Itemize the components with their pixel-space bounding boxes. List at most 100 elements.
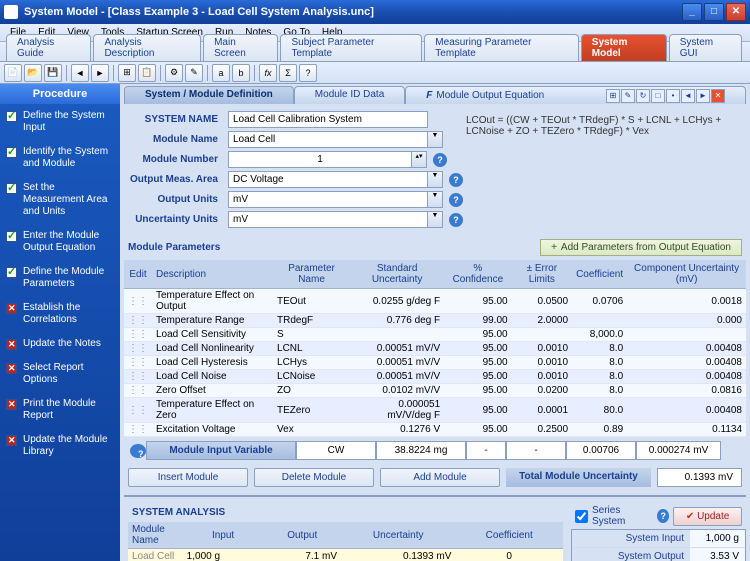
eq-tool-6[interactable]: ◄ — [681, 89, 695, 103]
tab-measuring-template[interactable]: Measuring Parameter Template — [424, 34, 579, 61]
maximize-button[interactable]: □ — [704, 3, 724, 21]
system-name-label: SYSTEM NAME — [128, 114, 228, 125]
tool-help-icon[interactable]: ? — [299, 64, 317, 82]
acol-unc: Uncertainty — [341, 522, 455, 549]
proc-step-7[interactable]: Update the Notes — [0, 332, 120, 356]
proc-step-3[interactable]: Set the Measurement Area and Units — [0, 176, 120, 224]
tool-ref1-icon[interactable]: a — [212, 64, 230, 82]
out-units-label: Output Units — [128, 194, 228, 205]
insert-module-button[interactable]: Insert Module — [128, 468, 248, 487]
tool-open-icon[interactable]: 📂 — [24, 64, 42, 82]
col-comp: Component Uncertainty (mV) — [627, 260, 746, 289]
tool-fwd-icon[interactable]: ► — [91, 64, 109, 82]
col-coef: Coefficient — [572, 260, 627, 289]
help-icon[interactable]: ? — [449, 213, 463, 227]
subtab-definition[interactable]: System / Module Definition — [124, 86, 294, 104]
add-module-button[interactable]: Add Module — [380, 468, 500, 487]
help-icon[interactable]: ? — [449, 173, 463, 187]
miv-label: Module Input Variable — [146, 441, 296, 460]
table-row[interactable]: ⋮⋮Temperature RangeTRdegF0.776 deg F99.0… — [124, 314, 746, 328]
table-row[interactable]: ⋮⋮Load Cell NonlinearityLCNL0.00051 mV/V… — [124, 342, 746, 356]
eq-tool-2[interactable]: ✎ — [621, 89, 635, 103]
tab-analysis-guide[interactable]: Analysis Guide — [6, 34, 91, 61]
module-name-dropdown[interactable]: ▼ — [427, 131, 443, 148]
table-row[interactable]: ⋮⋮Load Cell HysteresisLCHys0.00051 mV/V9… — [124, 356, 746, 370]
tool-cfg-icon[interactable]: ⚙ — [165, 64, 183, 82]
tab-system-model[interactable]: System Model — [581, 34, 667, 61]
unc-units-input[interactable] — [228, 211, 428, 228]
summary-row: System Output3.53 V — [572, 548, 745, 561]
miv-dash2: - — [506, 441, 566, 460]
subtab-id-data[interactable]: Module ID Data — [294, 86, 405, 104]
eq-tool-5[interactable]: • — [666, 89, 680, 103]
analysis-header: SYSTEM ANALYSIS — [132, 507, 225, 518]
update-button[interactable]: Update — [673, 507, 742, 526]
tool-fn-icon[interactable]: fx — [259, 64, 277, 82]
help-icon[interactable]: ? — [433, 153, 447, 167]
eq-tool-4[interactable]: □ — [651, 89, 665, 103]
help-icon[interactable]: ? — [130, 444, 146, 458]
tool-save-icon[interactable]: 💾 — [44, 64, 62, 82]
meas-area-label: Output Meas. Area — [128, 174, 228, 185]
module-number-label: Module Number — [128, 154, 228, 165]
check-icon — [6, 111, 17, 122]
tool-copy-icon[interactable]: ⊞ — [118, 64, 136, 82]
tool-edit-icon[interactable]: ✎ — [185, 64, 203, 82]
module-number-spinner[interactable]: ▴▾ — [411, 151, 427, 168]
tool-new-icon[interactable]: 📄 — [4, 64, 22, 82]
module-name-input[interactable] — [228, 131, 428, 148]
delete-module-button[interactable]: Delete Module — [254, 468, 374, 487]
unc-units-dropdown[interactable]: ▼ — [427, 211, 443, 228]
meas-area-input[interactable] — [228, 171, 428, 188]
tab-system-gui[interactable]: System GUI — [669, 34, 742, 61]
tab-subject-template[interactable]: Subject Parameter Template — [280, 34, 422, 61]
proc-step-5[interactable]: Define the Module Parameters — [0, 260, 120, 296]
app-icon — [4, 5, 18, 19]
table-row[interactable]: ⋮⋮Temperature Effect on ZeroTEZero0.0000… — [124, 398, 746, 423]
proc-step-1[interactable]: Define the System Input — [0, 104, 120, 140]
series-checkbox[interactable] — [575, 510, 588, 523]
proc-step-10[interactable]: Update the Module Library — [0, 428, 120, 464]
miv-name: CW — [296, 441, 376, 460]
proc-step-8[interactable]: Select Report Options — [0, 356, 120, 392]
procedure-sidebar: Procedure Define the System Input Identi… — [0, 84, 120, 561]
tool-paste-icon[interactable]: 📋 — [138, 64, 156, 82]
proc-step-4[interactable]: Enter the Module Output Equation — [0, 224, 120, 260]
x-icon — [6, 363, 17, 374]
miv-comp: 0.000274 mV — [636, 441, 721, 460]
tool-ref2-icon[interactable]: b — [232, 64, 250, 82]
tool-calc-icon[interactable]: Σ — [279, 64, 297, 82]
table-row[interactable]: ⋮⋮Zero OffsetZO0.0102 mV/V95.000.02008.0… — [124, 384, 746, 398]
out-units-input[interactable] — [228, 191, 428, 208]
help-icon[interactable]: ? — [657, 509, 669, 523]
proc-step-9[interactable]: Print the Module Report — [0, 392, 120, 428]
meas-area-dropdown[interactable]: ▼ — [427, 171, 443, 188]
eq-tool-7[interactable]: ► — [696, 89, 710, 103]
x-icon — [6, 339, 17, 350]
x-icon — [6, 303, 17, 314]
tab-main-screen[interactable]: Main Screen — [203, 34, 278, 61]
proc-step-2[interactable]: Identify the System and Module — [0, 140, 120, 176]
tab-analysis-desc[interactable]: Analysis Description — [93, 34, 201, 61]
minimize-button[interactable]: _ — [682, 3, 702, 21]
tool-back-icon[interactable]: ◄ — [71, 64, 89, 82]
subtab-equation[interactable]: F Module Output Equation ⊞ ✎ ↻ □ • ◄ ► ✕ — [405, 86, 746, 104]
x-icon — [6, 399, 17, 410]
table-row[interactable]: Load Cell1,000 g7.1 mV0.1393 mV0 — [128, 549, 563, 561]
title-bar: System Model - [Class Example 3 - Load C… — [0, 0, 750, 24]
table-row[interactable]: ⋮⋮Excitation VoltageVex0.1276 V95.000.25… — [124, 423, 746, 437]
help-icon[interactable]: ? — [449, 193, 463, 207]
check-icon — [6, 267, 17, 278]
out-units-dropdown[interactable]: ▼ — [427, 191, 443, 208]
table-row[interactable]: ⋮⋮Load Cell NoiseLCNoise0.00051 mV/V95.0… — [124, 370, 746, 384]
eq-tool-3[interactable]: ↻ — [636, 89, 650, 103]
table-row[interactable]: ⋮⋮Load Cell SensitivityS95.008,000.0 — [124, 328, 746, 342]
eq-tool-close[interactable]: ✕ — [711, 89, 725, 103]
proc-step-6[interactable]: Establish the Correlations — [0, 296, 120, 332]
table-row[interactable]: ⋮⋮Temperature Effect on OutputTEOut0.025… — [124, 289, 746, 314]
add-params-button[interactable]: Add Parameters from Output Equation — [540, 239, 742, 256]
module-number-input[interactable] — [228, 151, 412, 168]
system-name-input[interactable] — [228, 111, 428, 128]
eq-tool-1[interactable]: ⊞ — [606, 89, 620, 103]
close-button[interactable]: ✕ — [726, 3, 746, 21]
